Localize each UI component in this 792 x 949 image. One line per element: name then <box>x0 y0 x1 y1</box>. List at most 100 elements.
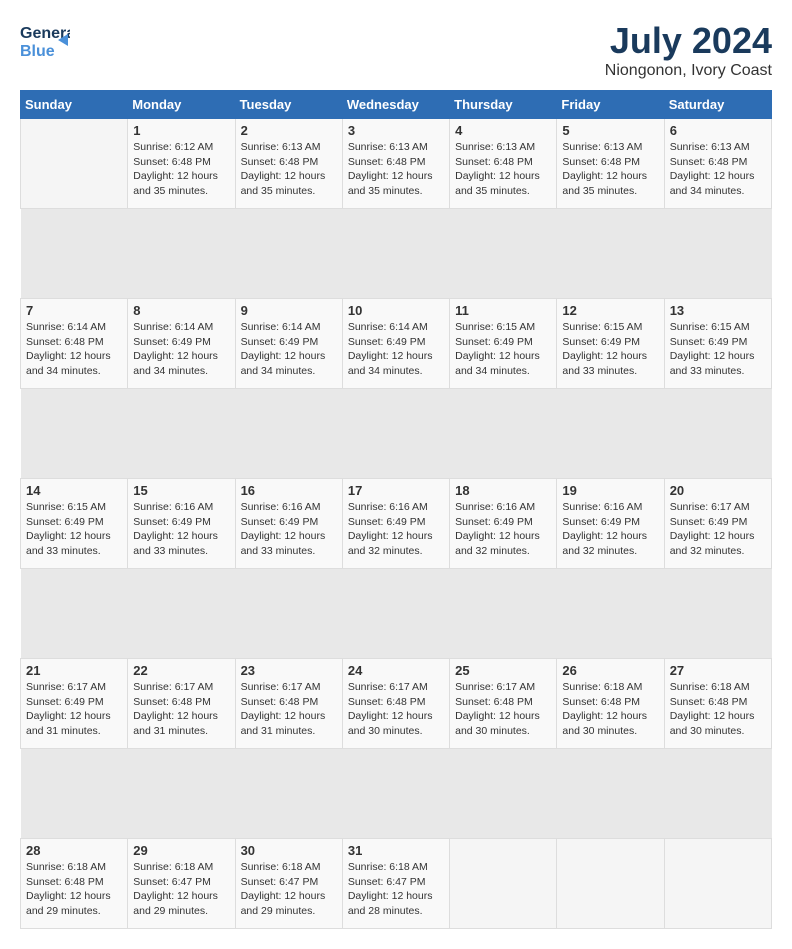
day-info: Sunrise: 6:14 AM Sunset: 6:49 PM Dayligh… <box>133 320 229 379</box>
day-number: 21 <box>26 663 122 678</box>
day-info: Sunrise: 6:15 AM Sunset: 6:49 PM Dayligh… <box>455 320 551 379</box>
calendar-table: SundayMondayTuesdayWednesdayThursdayFrid… <box>20 90 772 929</box>
calendar-cell: 2 Sunrise: 6:13 AM Sunset: 6:48 PM Daylig… <box>235 119 342 209</box>
day-number: 25 <box>455 663 551 678</box>
day-number: 20 <box>670 483 766 498</box>
day-number: 4 <box>455 123 551 138</box>
day-info: Sunrise: 6:17 AM Sunset: 6:48 PM Dayligh… <box>348 680 444 739</box>
day-number: 27 <box>670 663 766 678</box>
header-row: SundayMondayTuesdayWednesdayThursdayFrid… <box>21 91 772 119</box>
calendar-cell <box>450 839 557 929</box>
page-header: GeneralBlue July 2024 Niongonon, Ivory C… <box>20 20 772 80</box>
day-number: 11 <box>455 303 551 318</box>
day-number: 28 <box>26 843 122 858</box>
logo-svg: GeneralBlue <box>20 20 70 65</box>
day-number: 18 <box>455 483 551 498</box>
day-info: Sunrise: 6:18 AM Sunset: 6:47 PM Dayligh… <box>241 860 337 919</box>
location: Niongonon, Ivory Coast <box>605 62 772 80</box>
calendar-cell: 14 Sunrise: 6:15 AM Sunset: 6:49 PM Dayli… <box>21 479 128 569</box>
day-info: Sunrise: 6:13 AM Sunset: 6:48 PM Dayligh… <box>455 140 551 199</box>
day-info: Sunrise: 6:16 AM Sunset: 6:49 PM Dayligh… <box>133 500 229 559</box>
day-info: Sunrise: 6:12 AM Sunset: 6:48 PM Dayligh… <box>133 140 229 199</box>
day-number: 5 <box>562 123 658 138</box>
day-number: 6 <box>670 123 766 138</box>
day-info: Sunrise: 6:15 AM Sunset: 6:49 PM Dayligh… <box>26 500 122 559</box>
day-info: Sunrise: 6:18 AM Sunset: 6:47 PM Dayligh… <box>348 860 444 919</box>
calendar-cell: 8 Sunrise: 6:14 AM Sunset: 6:49 PM Daylig… <box>128 299 235 389</box>
calendar-cell: 29 Sunrise: 6:18 AM Sunset: 6:47 PM Dayli… <box>128 839 235 929</box>
calendar-cell: 4 Sunrise: 6:13 AM Sunset: 6:48 PM Daylig… <box>450 119 557 209</box>
day-info: Sunrise: 6:17 AM Sunset: 6:48 PM Dayligh… <box>133 680 229 739</box>
day-number: 23 <box>241 663 337 678</box>
header-thursday: Thursday <box>450 91 557 119</box>
day-info: Sunrise: 6:15 AM Sunset: 6:49 PM Dayligh… <box>562 320 658 379</box>
title-section: July 2024 Niongonon, Ivory Coast <box>605 20 772 80</box>
day-number: 31 <box>348 843 444 858</box>
calendar-cell <box>664 839 771 929</box>
week-row-2: 7 Sunrise: 6:14 AM Sunset: 6:48 PM Daylig… <box>21 299 772 389</box>
calendar-cell: 13Sunrise: 6:15 AM Sunset: 6:49 PM Dayli… <box>664 299 771 389</box>
week-row-1: 1 Sunrise: 6:12 AM Sunset: 6:48 PM Daylig… <box>21 119 772 209</box>
logo: GeneralBlue <box>20 20 70 65</box>
row-separator <box>21 569 772 659</box>
week-row-3: 14 Sunrise: 6:15 AM Sunset: 6:49 PM Dayli… <box>21 479 772 569</box>
header-friday: Friday <box>557 91 664 119</box>
header-wednesday: Wednesday <box>342 91 449 119</box>
calendar-cell: 5 Sunrise: 6:13 AM Sunset: 6:48 PM Daylig… <box>557 119 664 209</box>
day-number: 29 <box>133 843 229 858</box>
svg-text:Blue: Blue <box>20 43 55 60</box>
calendar-cell <box>557 839 664 929</box>
day-number: 19 <box>562 483 658 498</box>
day-number: 1 <box>133 123 229 138</box>
calendar-cell: 7 Sunrise: 6:14 AM Sunset: 6:48 PM Daylig… <box>21 299 128 389</box>
day-info: Sunrise: 6:13 AM Sunset: 6:48 PM Dayligh… <box>241 140 337 199</box>
calendar-cell: 25Sunrise: 6:17 AM Sunset: 6:48 PM Dayli… <box>450 659 557 749</box>
day-number: 24 <box>348 663 444 678</box>
row-separator <box>21 209 772 299</box>
calendar-cell: 16Sunrise: 6:16 AM Sunset: 6:49 PM Dayli… <box>235 479 342 569</box>
calendar-cell: 26 Sunrise: 6:18 AM Sunset: 6:48 PM Dayli… <box>557 659 664 749</box>
day-info: Sunrise: 6:14 AM Sunset: 6:49 PM Dayligh… <box>241 320 337 379</box>
calendar-cell <box>21 119 128 209</box>
calendar-cell: 18Sunrise: 6:16 AM Sunset: 6:49 PM Dayli… <box>450 479 557 569</box>
week-row-5: 28 Sunrise: 6:18 AM Sunset: 6:48 PM Dayli… <box>21 839 772 929</box>
calendar-cell: 24 Sunrise: 6:17 AM Sunset: 6:48 PM Dayli… <box>342 659 449 749</box>
month-title: July 2024 <box>605 20 772 62</box>
day-number: 2 <box>241 123 337 138</box>
day-number: 7 <box>26 303 122 318</box>
calendar-cell: 30Sunrise: 6:18 AM Sunset: 6:47 PM Dayli… <box>235 839 342 929</box>
row-separator <box>21 389 772 479</box>
day-number: 17 <box>348 483 444 498</box>
day-info: Sunrise: 6:17 AM Sunset: 6:49 PM Dayligh… <box>670 500 766 559</box>
header-saturday: Saturday <box>664 91 771 119</box>
calendar-cell: 6 Sunrise: 6:13 AM Sunset: 6:48 PM Daylig… <box>664 119 771 209</box>
calendar-cell: 12 Sunrise: 6:15 AM Sunset: 6:49 PM Dayli… <box>557 299 664 389</box>
day-info: Sunrise: 6:13 AM Sunset: 6:48 PM Dayligh… <box>670 140 766 199</box>
day-info: Sunrise: 6:18 AM Sunset: 6:48 PM Dayligh… <box>562 680 658 739</box>
calendar-cell: 11 Sunrise: 6:15 AM Sunset: 6:49 PM Dayli… <box>450 299 557 389</box>
calendar-cell: 15 Sunrise: 6:16 AM Sunset: 6:49 PM Dayli… <box>128 479 235 569</box>
day-number: 22 <box>133 663 229 678</box>
header-tuesday: Tuesday <box>235 91 342 119</box>
day-info: Sunrise: 6:17 AM Sunset: 6:49 PM Dayligh… <box>26 680 122 739</box>
day-info: Sunrise: 6:18 AM Sunset: 6:47 PM Dayligh… <box>133 860 229 919</box>
day-info: Sunrise: 6:16 AM Sunset: 6:49 PM Dayligh… <box>241 500 337 559</box>
day-info: Sunrise: 6:13 AM Sunset: 6:48 PM Dayligh… <box>562 140 658 199</box>
day-number: 15 <box>133 483 229 498</box>
day-number: 14 <box>26 483 122 498</box>
calendar-cell: 19Sunrise: 6:16 AM Sunset: 6:49 PM Dayli… <box>557 479 664 569</box>
calendar-cell: 20 Sunrise: 6:17 AM Sunset: 6:49 PM Dayli… <box>664 479 771 569</box>
calendar-cell: 17 Sunrise: 6:16 AM Sunset: 6:49 PM Dayli… <box>342 479 449 569</box>
calendar-cell: 31 Sunrise: 6:18 AM Sunset: 6:47 PM Dayli… <box>342 839 449 929</box>
header-sunday: Sunday <box>21 91 128 119</box>
day-info: Sunrise: 6:14 AM Sunset: 6:48 PM Dayligh… <box>26 320 122 379</box>
header-monday: Monday <box>128 91 235 119</box>
day-number: 12 <box>562 303 658 318</box>
calendar-cell: 27Sunrise: 6:18 AM Sunset: 6:48 PM Dayli… <box>664 659 771 749</box>
day-number: 8 <box>133 303 229 318</box>
calendar-cell: 10Sunrise: 6:14 AM Sunset: 6:49 PM Dayli… <box>342 299 449 389</box>
day-info: Sunrise: 6:16 AM Sunset: 6:49 PM Dayligh… <box>348 500 444 559</box>
day-number: 26 <box>562 663 658 678</box>
day-info: Sunrise: 6:17 AM Sunset: 6:48 PM Dayligh… <box>241 680 337 739</box>
day-info: Sunrise: 6:18 AM Sunset: 6:48 PM Dayligh… <box>26 860 122 919</box>
